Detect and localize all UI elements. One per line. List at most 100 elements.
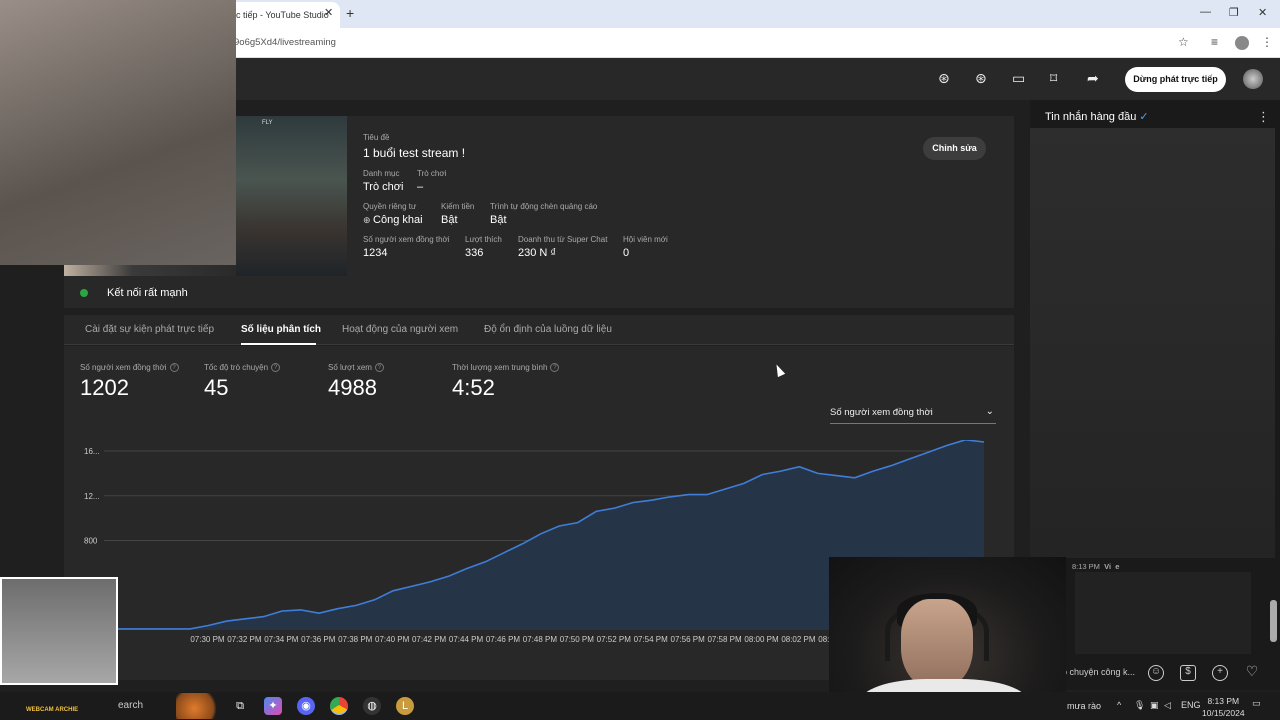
game-value: – [417, 181, 424, 193]
edit-button[interactable]: Chỉnh sửa [923, 137, 986, 160]
share-icon[interactable]: ➦ [1087, 70, 1099, 87]
chevron-down-icon: ⌄ [985, 406, 994, 417]
media-icon[interactable]: ≡ [1211, 35, 1218, 49]
tab-stream-settings[interactable]: Cài đặt sự kiện phát trực tiếp [85, 324, 214, 335]
superchat-value: 230 N ₫ [518, 247, 557, 259]
x-tick-label: 08: [818, 635, 829, 644]
y-tick-label: 12... [84, 492, 100, 501]
chat-header[interactable]: Tin nhắn hàng đầu ✓ [1045, 110, 1149, 123]
copilot-icon[interactable]: ✦ [264, 697, 282, 715]
metric-value-concurrent: 1202 [80, 375, 129, 400]
x-tick-label: 07:50 PM [560, 635, 595, 644]
x-tick-label: 07:44 PM [449, 635, 484, 644]
super-chat-icon[interactable]: $ [1180, 665, 1196, 681]
metric-label-chat-rate: Tốc độ trò chuyện? [204, 363, 281, 373]
add-icon[interactable]: + [1212, 665, 1228, 681]
new-tab-button[interactable]: + [346, 5, 354, 21]
game-label: Trò chơi [417, 169, 447, 178]
stop-streaming-button[interactable]: Dừng phát trực tiếp [1125, 67, 1226, 92]
thumb-tag: FLY [262, 120, 273, 126]
stream-title: 1 buổi test stream ! [363, 146, 466, 160]
chevron-up-icon[interactable]: ^ [1117, 700, 1121, 710]
y-tick-label: 800 [84, 537, 98, 546]
concurrent-label: Số người xem đồng thời [363, 235, 450, 244]
stream-preview-thumbnail: FLY [236, 116, 347, 276]
x-tick-label: 07:56 PM [671, 635, 706, 644]
weather-text[interactable]: mưa rào [1067, 701, 1101, 711]
browser-menu-icon[interactable]: ⋮ [1261, 35, 1273, 49]
chat-message: 8:13 PM Vi e [1072, 562, 1120, 571]
x-tick-label: 07:48 PM [523, 635, 558, 644]
notification-icon[interactable]: ▭ [1252, 698, 1261, 709]
x-tick-label: 07:46 PM [486, 635, 521, 644]
metric-dropdown[interactable]: Số người xem đồng thời ⌄ [830, 404, 996, 424]
task-view-icon[interactable]: ⧉ [231, 697, 249, 715]
x-tick-label: 08:00 PM [744, 635, 779, 644]
thumbnail-strip [64, 265, 236, 276]
tab-viewer-activity[interactable]: Hoạt động của người xem [342, 324, 458, 335]
network-icon[interactable]: ▣ [1150, 700, 1159, 711]
blurred-overlay [0, 0, 236, 265]
ads-label: Trình tự động chèn quảng cáo [490, 202, 598, 211]
league-icon[interactable]: L [396, 697, 414, 715]
discord-icon[interactable]: ◉ [297, 697, 315, 715]
x-tick-label: 07:30 PM [190, 635, 225, 644]
help-icon[interactable]: ? [169, 363, 179, 373]
volume-icon[interactable]: ◁ [1164, 700, 1171, 711]
bookmark-star-icon[interactable]: ☆ [1178, 35, 1189, 49]
chat-input[interactable]: ò chuyện công k... [1062, 667, 1135, 677]
help-icon[interactable]: ? [374, 363, 384, 373]
superchat-label: Doanh thu từ Super Chat [518, 235, 608, 244]
connection-status: Kết nối rất mạnh [107, 287, 188, 299]
monetization-value: Bật [441, 214, 458, 226]
x-tick-label: 07:36 PM [301, 635, 336, 644]
obs-icon[interactable]: ◍ [363, 697, 381, 715]
x-tick-label: 07:54 PM [634, 635, 669, 644]
avatar[interactable] [1243, 69, 1263, 89]
concurrent-value: 1234 [363, 247, 388, 259]
privacy-value: ⊕ Công khai [363, 214, 423, 226]
x-tick-label: 07:34 PM [264, 635, 299, 644]
close-window-button[interactable]: ✕ [1258, 6, 1267, 19]
likes-value: 336 [465, 247, 484, 259]
webcam-brand: WEBCAM ARCHIE [26, 707, 79, 713]
globe-icon: ⊕ [363, 215, 374, 225]
chrome-icon[interactable] [330, 697, 348, 715]
help-icon[interactable]: ? [271, 363, 281, 373]
active-tab-indicator [241, 343, 316, 345]
monetization-label: Kiếm tiền [441, 202, 475, 211]
mic-icon[interactable]: 🎙 [1134, 700, 1145, 711]
profile-icon[interactable] [1235, 36, 1249, 50]
squirrel-image [176, 693, 222, 719]
bookmark-icon[interactable]: ⌑ [1050, 70, 1057, 87]
clapper-icon[interactable]: ▭ [1012, 70, 1025, 87]
members-value: 0 [623, 247, 630, 259]
category-label: Danh mục [363, 169, 400, 178]
blurred-webcam-overlay [0, 577, 118, 685]
title-label: Tiêu đề [363, 133, 390, 142]
chat-message-area [1075, 572, 1251, 654]
tab-title: c tiếp - YouTube Studio [236, 10, 329, 20]
heart-icon[interactable]: ♡ [1244, 664, 1260, 681]
chat-scrollbar[interactable] [1270, 600, 1277, 642]
monetization-icon[interactable]: ⊛ [938, 70, 950, 87]
super-chat-icon[interactable]: ⊛ [975, 70, 987, 87]
taskbar-clock[interactable]: 8:13 PM 10/15/2024 [1202, 695, 1245, 719]
likes-label: Lượt thích [465, 235, 502, 244]
emoji-icon[interactable]: ☺ [1148, 665, 1164, 681]
x-tick-label: 07:40 PM [375, 635, 410, 644]
restore-button[interactable]: ❐ [1229, 6, 1239, 19]
tab-close-icon[interactable]: ✕ [324, 6, 333, 19]
help-icon[interactable]: ? [550, 363, 560, 373]
language-indicator[interactable]: ENG [1181, 700, 1201, 710]
url-text[interactable]: 9o6g5Xd4/livestreaming [234, 37, 336, 48]
metric-value-watch-time: 4:52 [452, 375, 495, 400]
tab-analytics[interactable]: Số liệu phân tích [241, 324, 321, 335]
x-tick-label: 07:52 PM [597, 635, 632, 644]
chat-more-icon[interactable]: ⋮ [1257, 109, 1270, 125]
taskbar-search[interactable]: earch [118, 700, 143, 711]
minimize-button[interactable]: — [1200, 6, 1211, 18]
privacy-label: Quyền riêng tư [363, 202, 417, 211]
members-label: Hội viên mới [623, 235, 668, 244]
tab-stream-health[interactable]: Độ ổn định của luồng dữ liệu [484, 324, 612, 335]
